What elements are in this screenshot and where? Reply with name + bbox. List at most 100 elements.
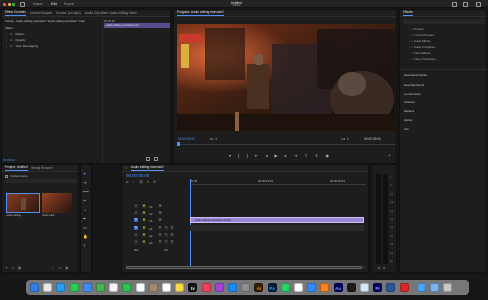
nav-import[interactable]: Import xyxy=(33,2,43,6)
safari-icon[interactable] xyxy=(56,283,66,292)
program-video-frame[interactable] xyxy=(177,24,395,131)
launchpad-icon[interactable] xyxy=(43,283,53,292)
fx-badge[interactable]: fx xyxy=(10,44,12,48)
ripple-edit-tool-icon[interactable]: ⟷ xyxy=(83,189,89,194)
panel-markers[interactable]: Markers xyxy=(404,109,414,113)
selection-tool-icon[interactable]: ➤ xyxy=(83,171,86,176)
fullscreen-icon[interactable] xyxy=(476,1,481,7)
time-ruler[interactable] xyxy=(190,184,366,185)
terminal-icon[interactable] xyxy=(346,283,356,292)
program-monitor-title[interactable]: Program: Audio editing exercise2 xyxy=(177,10,224,16)
eye-icon[interactable]: ◉ xyxy=(158,218,162,222)
finder-icon[interactable] xyxy=(30,283,39,292)
photoshop-icon[interactable]: Ps xyxy=(267,283,277,292)
pen-tool-icon[interactable]: ✒ xyxy=(83,216,86,221)
effects-item-video-transitions[interactable]: › ▭ Video Transitions xyxy=(409,57,436,61)
new-item-icon[interactable]: ▣ xyxy=(65,266,68,270)
tab-audio-clip-mixer[interactable]: Audio Clip Mixer: Audio editing exerci xyxy=(85,11,137,15)
photos-icon[interactable] xyxy=(109,283,119,292)
source-clip-label[interactable]: Source - Audio editing exercise2 * Audio… xyxy=(5,19,100,23)
effects-item-presets[interactable]: › ▭ Presets xyxy=(409,27,424,31)
tab-media-browser[interactable]: Media Browser xyxy=(32,166,53,170)
audition-icon[interactable]: Au xyxy=(333,283,343,292)
music-icon[interactable] xyxy=(201,283,211,292)
track-select-tool-icon[interactable]: ⇥ xyxy=(83,180,86,185)
fx-badge[interactable]: fx xyxy=(10,38,12,42)
acrobat-icon[interactable] xyxy=(399,283,409,292)
rectangle-tool-icon[interactable]: ▭ xyxy=(83,225,87,230)
premiere-icon[interactable]: Pr xyxy=(373,283,383,292)
tab-source[interactable]: Source: (no clips) xyxy=(56,11,81,15)
type-tool-icon[interactable]: T xyxy=(83,243,85,248)
timeline-playhead[interactable] xyxy=(190,179,191,267)
home-icon[interactable] xyxy=(20,1,25,7)
microphone-icon[interactable]: 🎙 xyxy=(170,226,174,230)
icon-view-icon[interactable]: ▦ xyxy=(18,266,21,270)
eye-icon[interactable]: ◉ xyxy=(158,204,162,208)
finder-folder-icon[interactable] xyxy=(430,283,439,292)
calendar-icon[interactable] xyxy=(135,283,145,292)
microphone-icon[interactable]: 🎙 xyxy=(170,240,174,244)
minimize-window-button[interactable] xyxy=(7,2,11,6)
settings-icon[interactable]: ⚙ xyxy=(153,180,156,184)
preview-icon[interactable] xyxy=(360,283,369,292)
chevron-right-icon[interactable]: › xyxy=(6,38,7,42)
mute-button[interactable]: M xyxy=(158,240,162,244)
zoom-fit-select[interactable]: Fit ▾ xyxy=(210,137,217,141)
panel-essential-graphics[interactable]: Essential Graphics xyxy=(404,73,427,77)
zoom-icon[interactable] xyxy=(307,283,317,292)
messages-icon[interactable] xyxy=(69,283,79,292)
track-toggle-a3[interactable]: ▭ xyxy=(134,240,138,244)
tab-lumetri-scopes[interactable]: Lumetri Scopes xyxy=(30,11,52,15)
nav-export[interactable]: Export xyxy=(64,2,74,6)
effects-item-video-effects[interactable]: › ▭ Video Effects xyxy=(409,51,431,55)
maps-icon[interactable] xyxy=(96,283,105,292)
panel-history[interactable]: History xyxy=(404,118,413,122)
panel-info[interactable]: Info xyxy=(404,127,409,131)
quick-export-icon[interactable] xyxy=(463,1,468,7)
effects-search-input[interactable]: ⌕ xyxy=(403,19,485,24)
close-icon[interactable]: × xyxy=(125,166,127,170)
timeline-horizontal-scrollbar[interactable] xyxy=(126,266,366,269)
extract-icon[interactable]: ⇫ xyxy=(315,153,319,158)
solo-button[interactable]: S xyxy=(164,226,168,230)
effect-time-remapping-row[interactable]: › fx Time Remapping xyxy=(6,44,38,48)
tv-icon[interactable]: tv xyxy=(188,283,198,292)
program-playhead[interactable] xyxy=(177,142,180,146)
track-toggle-v1[interactable]: V1 xyxy=(134,218,138,222)
program-scrubber[interactable] xyxy=(177,144,395,145)
solo-button[interactable]: S xyxy=(164,240,168,244)
source-footer-timecode[interactable]: 00:00:00 xyxy=(3,158,15,162)
filter-icon[interactable] xyxy=(146,157,150,161)
project-clip-thumbnail-1[interactable] xyxy=(6,193,40,213)
tab-sequence[interactable]: Audio editing exercise2 xyxy=(130,165,164,171)
track-lock-icon[interactable]: 🔒 xyxy=(142,211,146,215)
add-button-icon[interactable]: + xyxy=(388,153,390,158)
effects-item-lumetri-presets[interactable]: › ▭ Lumetri Presets xyxy=(409,33,434,37)
lift-icon[interactable]: ⇪ xyxy=(304,153,308,158)
vlc-icon[interactable] xyxy=(320,283,330,292)
facetime-icon[interactable] xyxy=(122,283,132,292)
mark-in-icon[interactable]: { xyxy=(238,153,239,158)
mute-button[interactable]: M xyxy=(158,233,162,237)
panel-libraries[interactable]: Libraries xyxy=(404,100,415,104)
trash-icon[interactable] xyxy=(443,283,453,292)
program-timecode[interactable]: 00:00:00:00 xyxy=(178,137,195,141)
track-lock-icon[interactable]: 🔒 xyxy=(142,218,146,222)
step-forward-icon[interactable]: ▸ xyxy=(285,153,287,158)
word-icon[interactable] xyxy=(386,283,396,292)
pencil-icon[interactable]: ✎ xyxy=(5,266,8,270)
project-clip-thumbnail-2[interactable] xyxy=(42,193,72,213)
podcasts-icon[interactable] xyxy=(214,283,224,292)
timeline-audio-lane[interactable] xyxy=(190,225,364,231)
tab-effect-controls[interactable]: Effect Controls xyxy=(5,10,26,16)
mark-out-icon[interactable]: } xyxy=(247,153,248,158)
whatsapp-icon[interactable] xyxy=(280,283,290,292)
hand-tool-icon[interactable]: ✋ xyxy=(83,234,88,239)
solo-button[interactable]: S xyxy=(164,233,168,237)
fx-badge[interactable]: fx xyxy=(10,32,12,36)
effect-motion-row[interactable]: › fx Motion xyxy=(6,32,24,36)
list-view-icon[interactable]: ≡ xyxy=(12,266,14,270)
microphone-icon[interactable]: 🎙 xyxy=(170,233,174,237)
export-frame-icon[interactable] xyxy=(154,157,158,161)
